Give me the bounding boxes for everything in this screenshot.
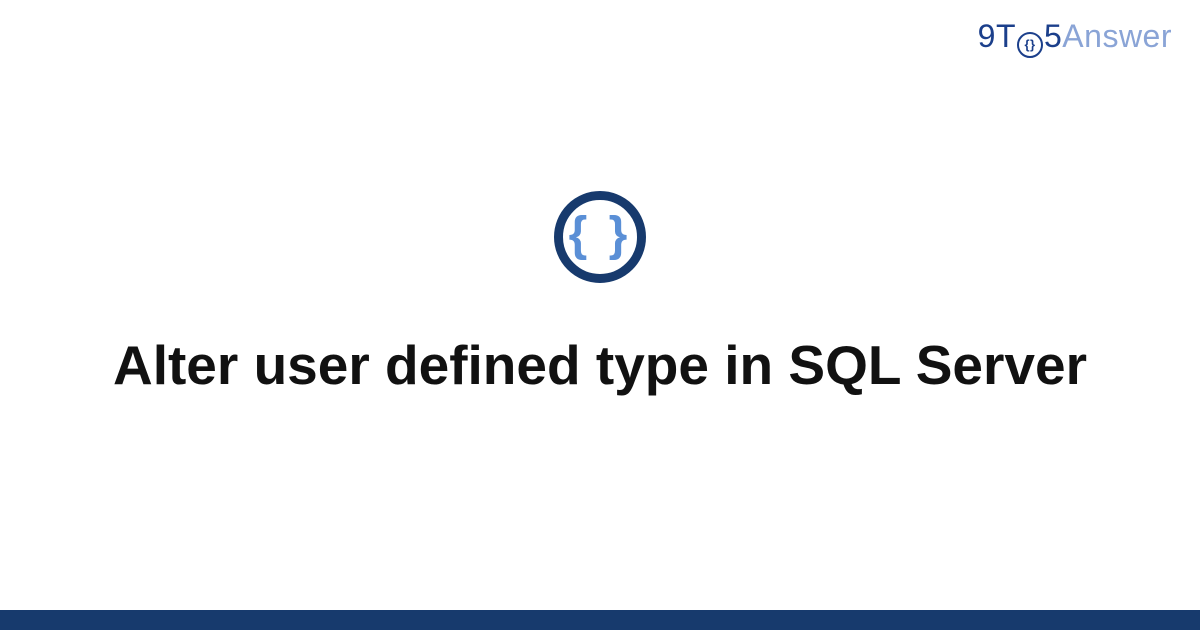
page-title: Alter user defined type in SQL Server bbox=[113, 331, 1087, 400]
braces-glyph: { } bbox=[569, 211, 632, 259]
footer-bar bbox=[0, 610, 1200, 630]
code-braces-icon: { } bbox=[554, 191, 646, 283]
main-content: { } Alter user defined type in SQL Serve… bbox=[0, 0, 1200, 630]
